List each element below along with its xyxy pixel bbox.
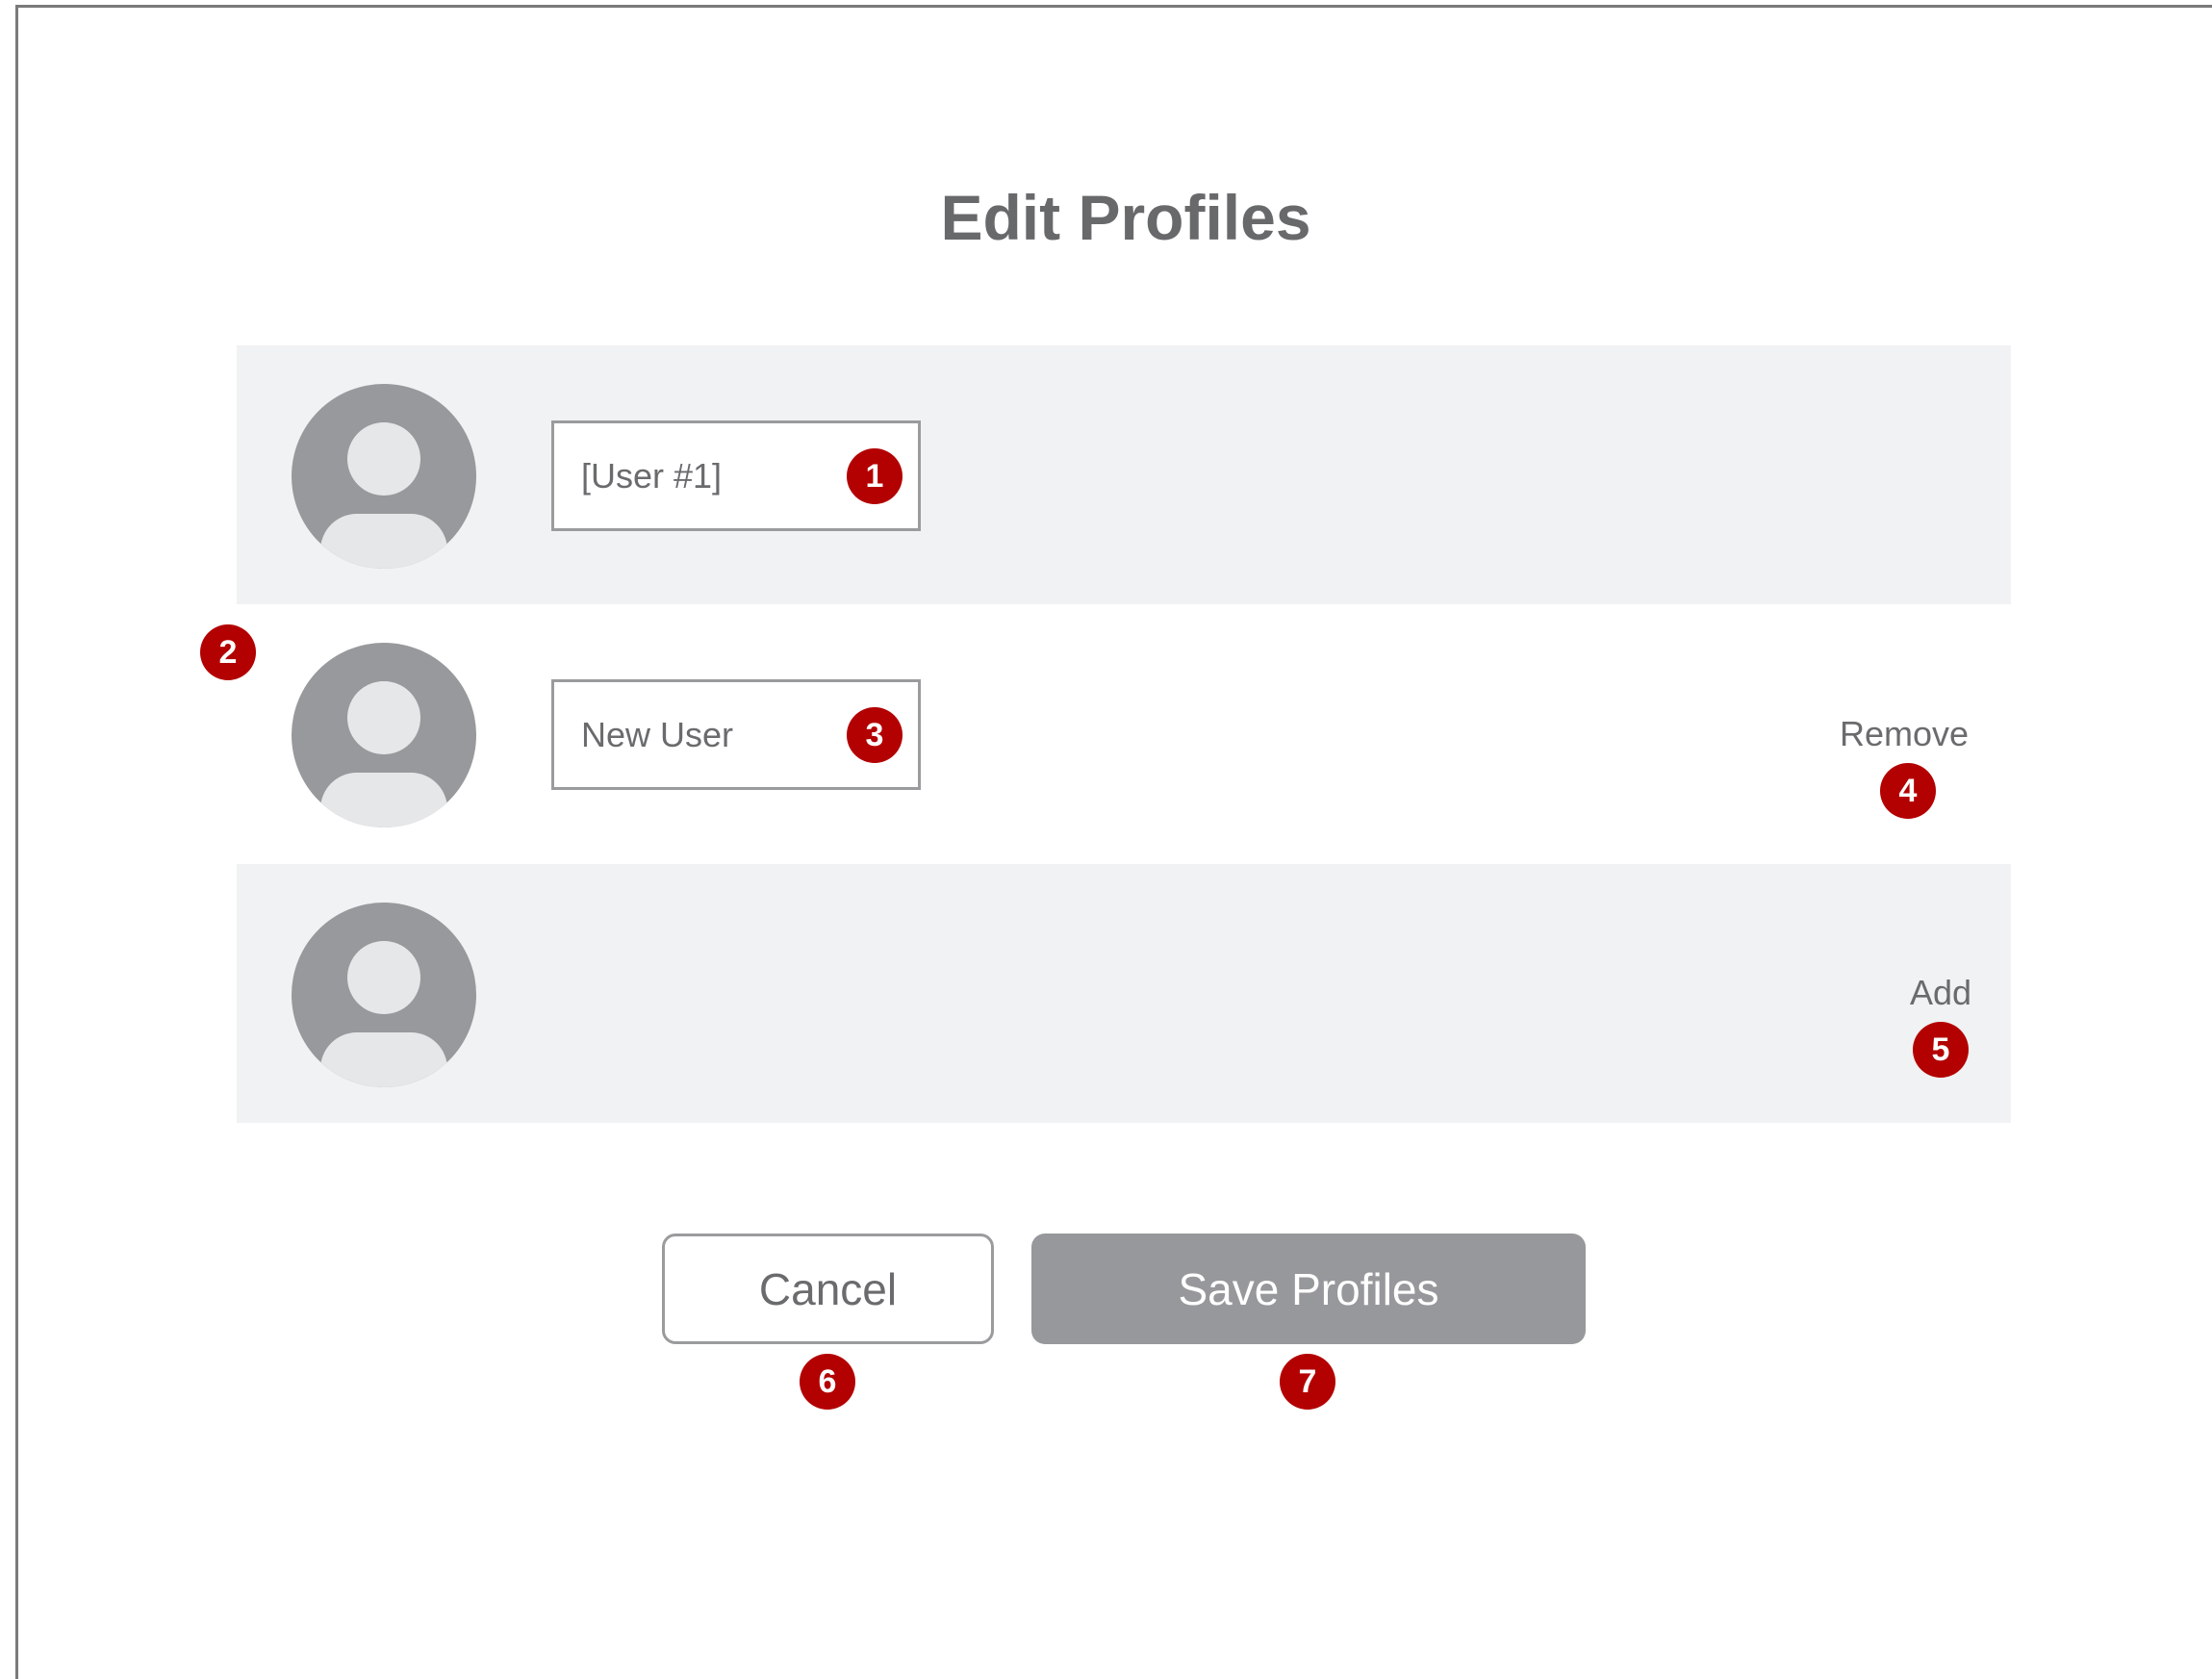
annotation-badge-3: 3 — [847, 707, 903, 763]
avatar-body — [320, 1032, 447, 1087]
user-avatar-icon[interactable] — [292, 384, 476, 569]
save-profiles-button[interactable]: Save Profiles — [1031, 1234, 1586, 1344]
annotation-badge-2: 2 — [200, 624, 256, 680]
avatar-body — [320, 514, 447, 569]
add-profile-link[interactable]: Add — [1910, 973, 1971, 1013]
profile-row-add: Add 5 — [237, 864, 2011, 1123]
annotation-badge-5: 5 — [1913, 1022, 1969, 1078]
annotation-badge-4: 4 — [1880, 763, 1936, 819]
avatar-body — [320, 773, 447, 827]
profile-row-1: 1 — [237, 345, 2011, 604]
annotation-badge-7: 7 — [1280, 1354, 1335, 1410]
avatar-head — [347, 422, 420, 496]
user-avatar-icon[interactable] — [292, 643, 476, 827]
profile-row-2: 3 Remove 4 — [237, 604, 2011, 863]
cancel-button[interactable]: Cancel — [662, 1234, 994, 1344]
user-avatar-icon[interactable] — [292, 903, 476, 1087]
avatar-head — [347, 941, 420, 1014]
avatar-head — [347, 681, 420, 754]
annotation-badge-6: 6 — [800, 1354, 855, 1410]
page-title: Edit Profiles — [940, 182, 1311, 253]
remove-profile-link[interactable]: Remove — [1840, 714, 1969, 754]
annotation-badge-1: 1 — [847, 448, 903, 504]
